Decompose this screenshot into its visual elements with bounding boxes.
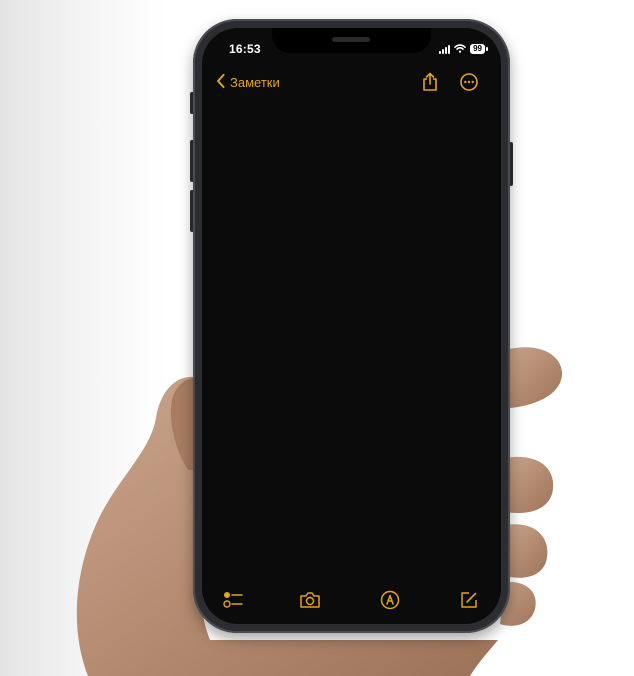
wifi-icon: [454, 40, 466, 58]
checklist-icon[interactable]: [222, 590, 244, 615]
chevron-left-icon: [216, 74, 225, 91]
navigation-bar: Заметки: [202, 72, 501, 98]
notch: [272, 28, 431, 53]
camera-icon[interactable]: [299, 590, 321, 615]
bottom-toolbar: [202, 588, 501, 624]
share-icon[interactable]: [421, 72, 439, 97]
battery-icon: 99: [470, 44, 488, 54]
status-icons: 99: [439, 40, 488, 58]
phone-frame: 16:53 99 Заметки: [193, 19, 510, 633]
speaker: [332, 37, 370, 42]
status-time: 16:53: [229, 42, 261, 56]
compose-icon[interactable]: [459, 590, 479, 615]
signal-icon: [439, 44, 451, 54]
note-body[interactable]: [202, 108, 501, 578]
back-button[interactable]: Заметки: [216, 74, 280, 91]
ellipsis-circle-icon[interactable]: [459, 72, 479, 97]
back-label: Заметки: [230, 75, 280, 90]
phone-screen: 16:53 99 Заметки: [202, 28, 501, 624]
markup-pen-icon[interactable]: [379, 590, 401, 615]
